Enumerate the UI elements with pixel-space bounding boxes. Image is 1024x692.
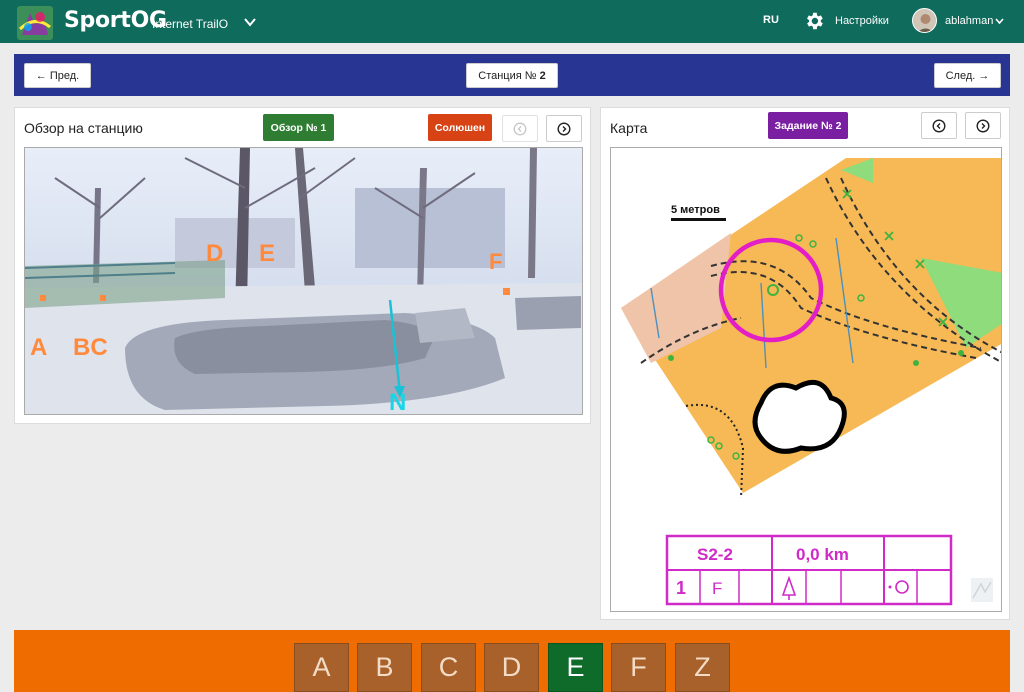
photo-label-e: E	[259, 240, 275, 267]
next-view-button[interactable]	[546, 115, 582, 142]
answer-button-a[interactable]: A	[294, 643, 349, 692]
answer-button-z[interactable]: Z	[675, 643, 730, 692]
prev-task-button[interactable]	[921, 112, 957, 139]
settings-link[interactable]: Настройки	[835, 15, 889, 27]
panel-title: Обзор на станцию	[24, 120, 143, 136]
language-switch[interactable]: RU	[763, 14, 779, 26]
answer-button-d[interactable]: D	[484, 643, 539, 692]
answer-bar: A B C D E F Z	[14, 630, 1010, 692]
username[interactable]: ablahman	[945, 15, 993, 27]
chevron-left-circle-icon	[932, 118, 946, 133]
answer-button-f[interactable]: F	[611, 643, 666, 692]
next-task-button[interactable]	[965, 112, 1001, 139]
chevron-right-circle-icon	[557, 121, 571, 136]
photo-label-a: A	[30, 334, 47, 361]
station-number: 2	[539, 69, 546, 82]
control-card-number: 1	[676, 578, 686, 598]
gear-icon[interactable]	[803, 10, 825, 32]
control-card-distance: 0,0 km	[796, 545, 849, 564]
solution-button[interactable]: Солюшен	[428, 114, 492, 141]
answer-button-b[interactable]: B	[357, 643, 412, 692]
map-scale-label: 5 метров	[671, 204, 720, 216]
control-card-course: S2-2	[697, 545, 733, 564]
photo-label-f: F	[489, 249, 502, 274]
station-photo: A BC D E F N	[24, 147, 583, 415]
task-number-badge[interactable]: Задание № 2	[768, 112, 848, 139]
top-bar: SportOG Internet TrailO RU Настройки abl…	[0, 0, 1024, 43]
photo-label-n: N	[389, 389, 406, 415]
chevron-left-circle-icon	[513, 122, 527, 135]
control-card-code: F	[712, 579, 722, 598]
photo-label-bc: BC	[73, 334, 108, 361]
answer-button-e[interactable]: E	[548, 643, 603, 692]
next-station-button[interactable]: След. →	[934, 63, 1001, 88]
station-label: Станция №	[478, 69, 537, 82]
orienteering-map: 5 метров S2-2 0,0 km 1 F	[610, 147, 1002, 612]
watermark-icon	[971, 578, 993, 602]
station-indicator[interactable]: Станция № 2	[466, 63, 558, 88]
prev-station-button[interactable]: ← Пред.	[24, 63, 91, 88]
panel-title: Карта	[610, 120, 648, 136]
sportog-logo-icon[interactable]	[16, 5, 54, 41]
map-panel: Карта Задание № 2 5 метров S2-2 0,0 km 1…	[600, 107, 1010, 620]
chevron-right-circle-icon	[976, 118, 990, 133]
photo-label-d: D	[206, 240, 223, 267]
prev-view-button[interactable]	[502, 115, 538, 142]
chevron-down-icon[interactable]	[995, 17, 1004, 25]
station-view-panel: Обзор на станцию Обзор № 1 Солюшен A BC …	[14, 107, 591, 424]
avatar[interactable]	[912, 8, 937, 33]
control-description-card: S2-2 0,0 km 1 F	[665, 534, 953, 606]
brand-subtitle[interactable]: Internet TrailO	[152, 17, 228, 31]
chevron-down-icon[interactable]	[242, 15, 258, 29]
station-nav-bar: ← Пред. Станция № 2 След. →	[14, 54, 1010, 96]
answer-button-c[interactable]: C	[421, 643, 476, 692]
view-number-badge[interactable]: Обзор № 1	[263, 114, 334, 141]
